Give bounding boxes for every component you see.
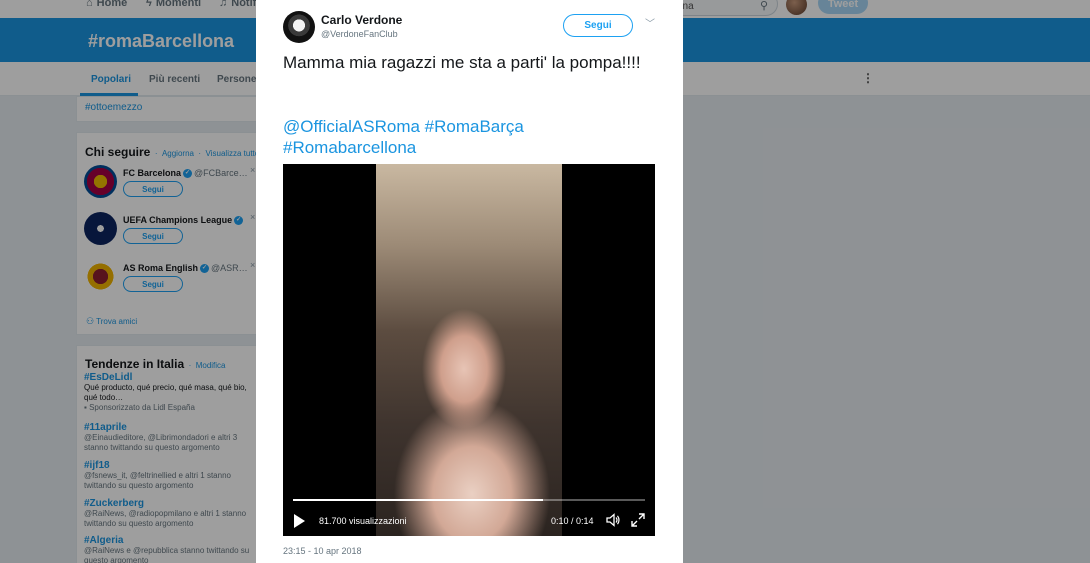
author-handle[interactable]: @VerdoneFanClub — [321, 29, 398, 39]
follow-author-button[interactable]: Segui — [563, 14, 633, 37]
video-views: 81.700 visualizzazioni — [319, 516, 407, 526]
tweet-text: Mamma mia ragazzi me sta a parti' la pom… — [283, 53, 641, 72]
video-time: 0:10 / 0:14 — [551, 516, 594, 526]
author-avatar[interactable] — [283, 11, 315, 43]
video-player[interactable]: 81.700 visualizzazioni 0:10 / 0:14 — [283, 164, 655, 536]
play-icon[interactable] — [294, 514, 305, 528]
author-name[interactable]: Carlo Verdone — [321, 13, 402, 27]
video-progress-bar[interactable] — [293, 499, 645, 501]
video-progress-fill — [293, 499, 543, 501]
tweet-modal: Carlo Verdone @VerdoneFanClub Segui ﹀ Ma… — [256, 0, 683, 563]
fullscreen-icon[interactable] — [631, 513, 645, 527]
chevron-down-icon[interactable]: ﹀ — [645, 15, 655, 30]
video-frame — [376, 164, 562, 536]
tweet-timestamp[interactable]: 23:15 - 10 apr 2018 — [283, 546, 362, 556]
volume-icon[interactable] — [605, 512, 621, 528]
tweet-links[interactable]: @OfficialASRoma #RomaBarça #Romabarcello… — [283, 116, 658, 158]
